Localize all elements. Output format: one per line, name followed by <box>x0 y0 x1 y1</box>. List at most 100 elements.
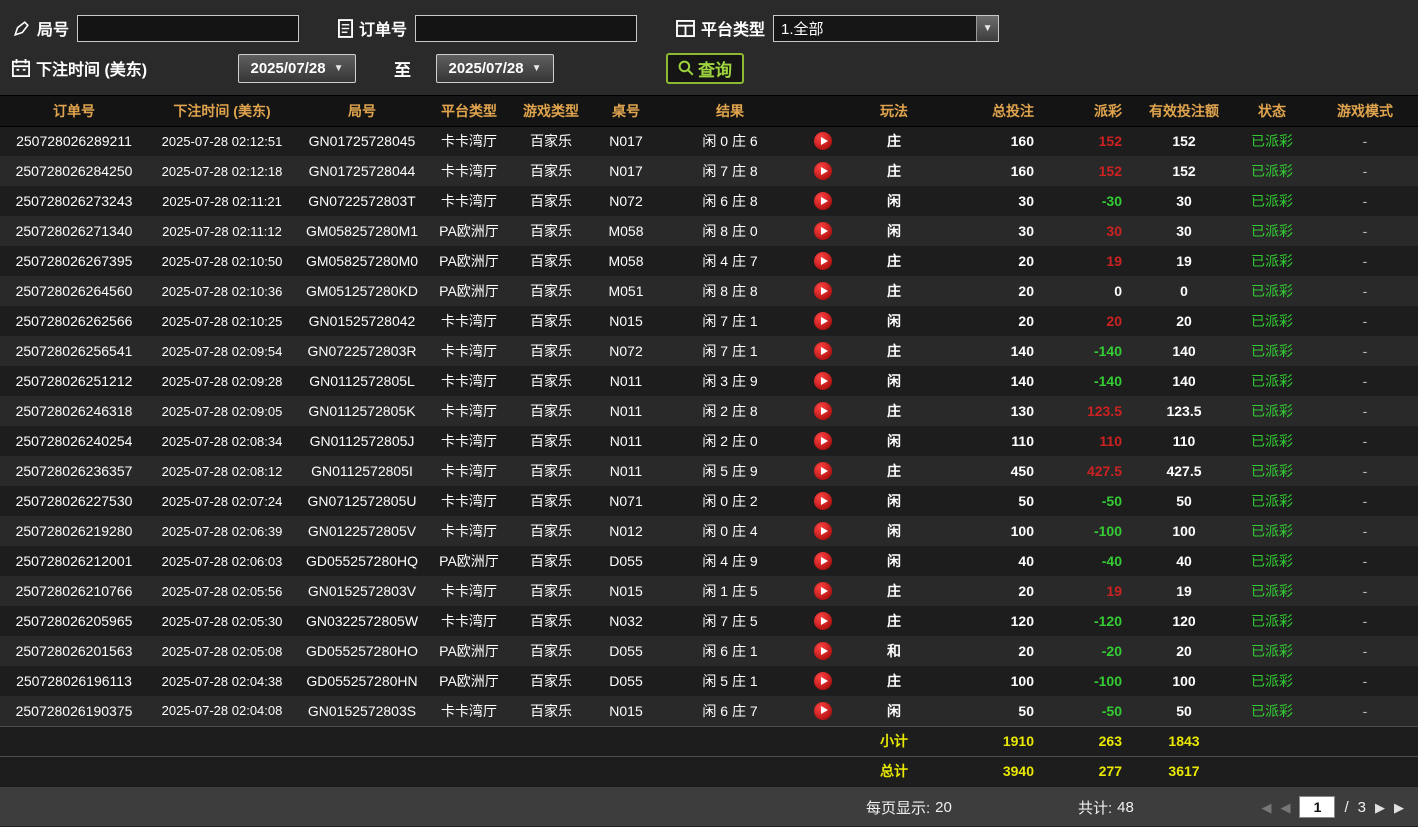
last-page-icon[interactable]: ▶ <box>1394 801 1404 814</box>
result-cell: 闲 3 庄 9 <box>702 373 758 389</box>
order-input[interactable] <box>415 14 638 42</box>
payout-cell: -50 <box>1101 702 1122 719</box>
bet-time-cell: 2025-07-28 02:10:36 <box>161 283 283 299</box>
result-cell: 闲 0 庄 2 <box>702 493 758 509</box>
play-icon[interactable] <box>814 252 832 271</box>
game-mode-cell: - <box>1362 493 1368 509</box>
play-icon[interactable] <box>814 282 832 301</box>
platform-cell: 卡卡湾厅 <box>441 403 497 419</box>
order-id-cell: 250728026262566 <box>15 313 133 329</box>
col-header-bet-time: 下注时间 (美东) <box>148 96 296 127</box>
col-header-order-id: 订单号 <box>0 96 148 127</box>
table-row: 250728026256541 2025-07-28 02:09:54 GN0722… <box>0 336 1418 366</box>
pen-icon <box>12 19 31 38</box>
order-id-cell: 250728026205965 <box>15 613 133 629</box>
round-no-cell: GD055257280HN <box>306 673 418 689</box>
result-cell: 闲 6 庄 7 <box>702 702 758 719</box>
valid-bet-cell: 152 <box>1172 133 1196 150</box>
bet-type-cell: 庄 <box>887 343 901 359</box>
query-button[interactable]: 查询 <box>666 52 744 84</box>
play-icon[interactable] <box>814 552 832 571</box>
date-to-picker[interactable]: 2025/07/28 ▼ <box>436 53 554 83</box>
valid-bet-cell: 20 <box>1176 313 1192 329</box>
total-bet-cell: 160 <box>1010 133 1034 150</box>
replay-cell <box>800 486 846 516</box>
bet-time-label: 下注时间 (美东) <box>36 62 148 79</box>
play-icon[interactable] <box>814 642 832 661</box>
page-number-input[interactable] <box>1299 796 1336 818</box>
game-mode-cell: - <box>1362 583 1368 599</box>
table-no-cell: D055 <box>609 553 643 569</box>
play-icon[interactable] <box>814 462 832 481</box>
game-mode-cell: - <box>1362 253 1368 269</box>
result-cell: 闲 6 庄 1 <box>702 643 758 659</box>
game-mode-cell: - <box>1362 133 1368 150</box>
table-row: 250728026210766 2025-07-28 02:05:56 GN0152… <box>0 576 1418 606</box>
play-icon[interactable] <box>814 612 832 631</box>
round-no-cell: GD055257280HO <box>305 643 419 659</box>
bet-time-cell: 2025-07-28 02:11:12 <box>162 223 282 239</box>
game-type-cell: 百家乐 <box>530 433 572 449</box>
play-icon[interactable] <box>814 701 832 720</box>
bet-time-cell: 2025-07-28 02:12:51 <box>161 133 283 149</box>
round-no-cell: GN0112572805J <box>309 433 415 449</box>
play-icon[interactable] <box>814 522 832 541</box>
game-mode-cell: - <box>1362 373 1368 389</box>
game-mode-cell: - <box>1362 193 1368 209</box>
round-input[interactable] <box>77 14 300 42</box>
platform-label: 平台类型 <box>701 22 766 39</box>
result-cell: 闲 6 庄 8 <box>702 193 758 209</box>
total-bet-cell: 100 <box>1010 673 1034 689</box>
game-mode-cell: - <box>1362 643 1368 659</box>
replay-cell <box>800 306 846 336</box>
replay-cell <box>800 606 846 636</box>
payout-cell: -140 <box>1093 343 1122 359</box>
valid-bet-cell: 427.5 <box>1166 463 1202 479</box>
date-from-picker[interactable]: 2025/07/28 ▼ <box>238 53 356 83</box>
query-button-label: 查询 <box>698 60 732 80</box>
valid-bet-cell: 50 <box>1176 702 1192 719</box>
play-icon[interactable] <box>814 582 832 601</box>
pagination-bar: 每页显示: 20 共计: 48 ◀ ◀ / 3 ▶ ▶ <box>0 786 1418 826</box>
total-bet-cell: 140 <box>1010 373 1034 389</box>
subtotal-label: 小计 <box>846 725 942 756</box>
status-cell: 已派彩 <box>1251 403 1293 419</box>
play-icon[interactable] <box>814 132 832 151</box>
bet-time-cell: 2025-07-28 02:12:18 <box>161 163 283 179</box>
game-type-cell: 百家乐 <box>530 133 572 150</box>
play-icon[interactable] <box>814 672 832 691</box>
play-icon[interactable] <box>814 222 832 241</box>
play-icon[interactable] <box>814 432 832 451</box>
next-page-icon[interactable]: ▶ <box>1375 801 1385 814</box>
play-icon[interactable] <box>814 492 832 511</box>
result-cell: 闲 7 庄 8 <box>702 163 758 179</box>
payout-cell: -100 <box>1093 523 1122 539</box>
prev-page-icon[interactable]: ◀ <box>1280 801 1290 814</box>
play-icon[interactable] <box>814 312 832 331</box>
play-icon[interactable] <box>814 342 832 361</box>
platform-cell: 卡卡湾厅 <box>441 163 497 179</box>
status-cell: 已派彩 <box>1251 643 1293 659</box>
platform-select[interactable]: 1.全部 ▼ <box>773 14 1000 42</box>
total-count-label: 共计: <box>1078 799 1113 817</box>
bet-type-cell: 庄 <box>887 463 901 479</box>
col-header-total-bet: 总投注 <box>942 96 1052 127</box>
first-page-icon[interactable]: ◀ <box>1261 801 1271 814</box>
play-icon[interactable] <box>814 192 832 211</box>
result-cell: 闲 7 庄 5 <box>702 613 758 629</box>
result-cell: 闲 0 庄 4 <box>702 523 758 539</box>
play-icon[interactable] <box>814 372 832 391</box>
game-type-cell: 百家乐 <box>530 702 572 719</box>
game-type-cell: 百家乐 <box>530 673 572 689</box>
game-mode-cell: - <box>1362 673 1368 689</box>
round-no-cell: GN0722572803R <box>307 343 417 359</box>
play-icon[interactable] <box>814 162 832 181</box>
play-icon[interactable] <box>814 402 832 421</box>
table-no-cell: N011 <box>609 403 643 419</box>
payout-cell: 427.5 <box>1086 463 1122 479</box>
platform-select-value: 1.全部 <box>781 20 824 38</box>
payout-cell: -140 <box>1093 373 1122 389</box>
result-cell: 闲 4 庄 7 <box>702 253 758 269</box>
result-cell: 闲 8 庄 0 <box>702 223 758 239</box>
game-type-cell: 百家乐 <box>530 163 572 179</box>
